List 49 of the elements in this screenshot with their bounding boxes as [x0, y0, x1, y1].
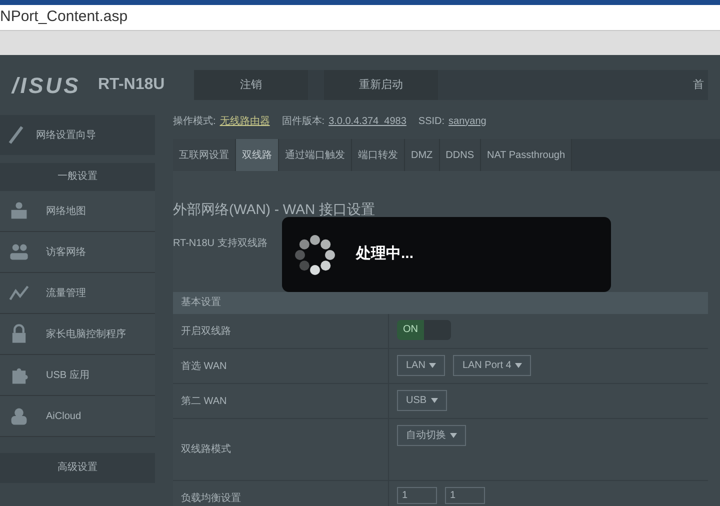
- dropdown[interactable]: LAN: [397, 355, 446, 376]
- ratio-field[interactable]: 1: [397, 487, 437, 504]
- sidebar-item-label: 流量管理: [46, 286, 86, 300]
- address-bar[interactable]: NPort_Content.asp: [0, 5, 720, 31]
- page-title: 外部网络(WAN) - WAN 接口设置: [173, 200, 376, 219]
- sidebar-item-label: 访客网络: [46, 246, 86, 260]
- caret-icon: [429, 363, 436, 368]
- sidebar-section-title: 高级设置: [0, 453, 155, 483]
- ssid-label: SSID:: [418, 114, 445, 128]
- firmware-label: 固件版本:: [282, 114, 325, 128]
- sidebar-item-label: USB 应用: [46, 368, 90, 382]
- header-button[interactable]: 注销: [194, 70, 308, 100]
- mode-label: 操作模式:: [173, 114, 216, 128]
- tab[interactable]: 通过端口触发: [279, 139, 352, 171]
- tab[interactable]: 双线路: [236, 139, 279, 171]
- logo: /ISUS: [12, 72, 82, 100]
- tab[interactable]: 端口转发: [352, 139, 405, 171]
- tab[interactable]: DDNS: [440, 139, 482, 171]
- tab[interactable]: DMZ: [405, 139, 440, 171]
- row-label: 第二 WAN: [180, 394, 228, 408]
- header-button[interactable]: 重新启动: [324, 70, 438, 100]
- processing-message: 处理中...: [356, 244, 414, 264]
- header-button-text[interactable]: 首: [693, 76, 708, 94]
- row-label: 开启双线路: [180, 324, 232, 338]
- sidebar-item-label: AiCloud: [46, 410, 82, 424]
- wizard-label: 网络设置向导: [36, 128, 96, 142]
- dropdown[interactable]: USB: [397, 390, 447, 411]
- tab[interactable]: NAT Passthrough: [481, 139, 572, 171]
- sidebar-item-label: 家长电脑控制程序: [46, 328, 126, 342]
- wizard-button[interactable]: 网络设置向导: [0, 115, 155, 155]
- ratio-field[interactable]: 1: [445, 487, 485, 504]
- pen-icon: [8, 125, 24, 145]
- row-label: 双线路模式: [180, 442, 232, 457]
- caret-icon: [450, 433, 457, 438]
- caret-icon: [515, 363, 522, 368]
- section-header: 基本设置: [173, 292, 708, 314]
- ssid-link[interactable]: sanyang: [448, 114, 486, 128]
- mode-link[interactable]: 无线路由器: [220, 114, 270, 128]
- dropdown[interactable]: 自动切换: [397, 425, 466, 446]
- sidebar-item-label: 网络地图: [46, 204, 86, 218]
- dropdown[interactable]: LAN Port 4: [453, 355, 532, 376]
- tab[interactable]: 互联网设置: [173, 139, 236, 171]
- caret-icon: [430, 398, 438, 403]
- sidebar-section-title: 一般设置: [0, 163, 155, 191]
- row-label: 负载均衡设置: [180, 492, 242, 506]
- model-name: RT-N18U: [98, 75, 166, 95]
- firmware-link[interactable]: 3.0.0.4.374_4983: [328, 114, 406, 128]
- row-label: 首选 WAN: [180, 360, 228, 374]
- description-text: RT-N18U 支持双线路: [173, 236, 268, 251]
